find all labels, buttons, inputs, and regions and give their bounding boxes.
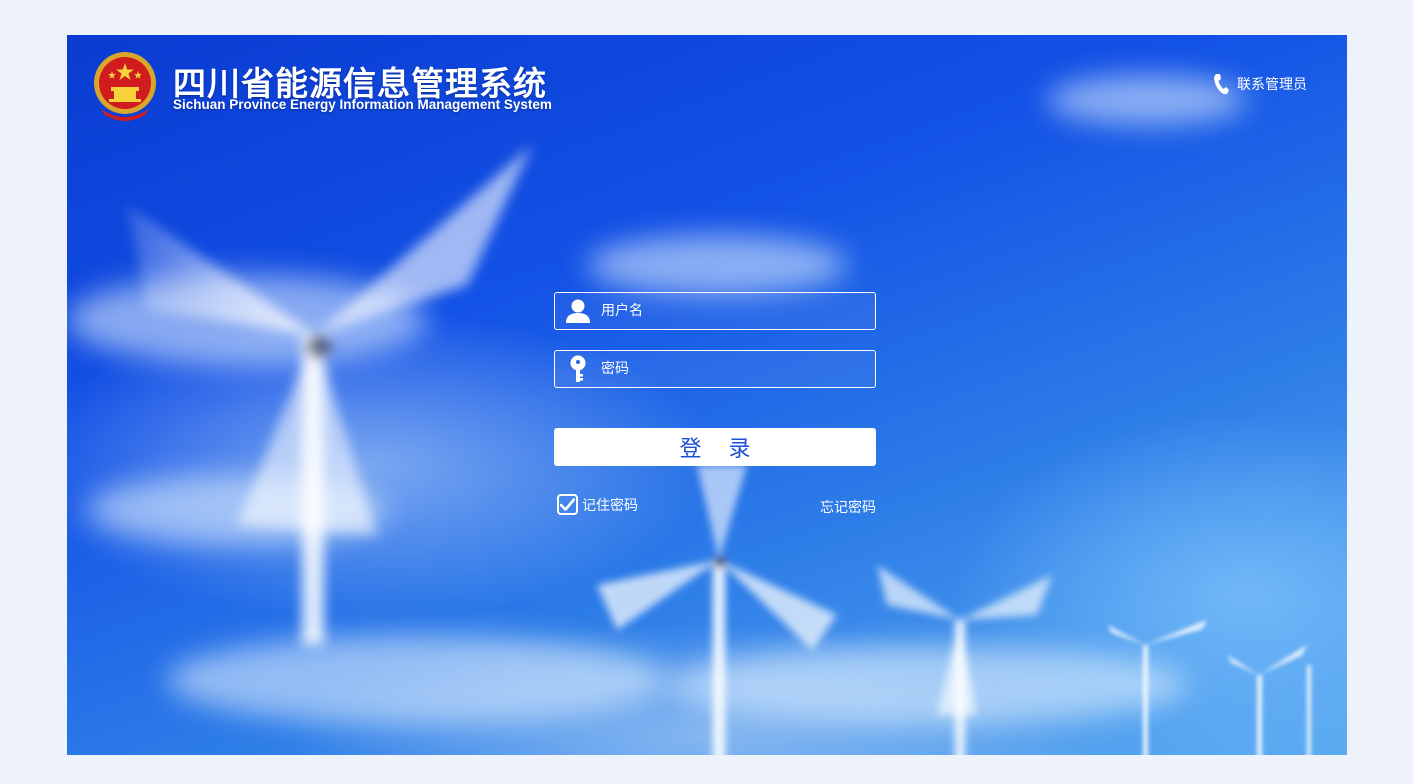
- cloud-decoration: [587, 235, 847, 295]
- password-field[interactable]: [554, 350, 876, 388]
- wind-turbine-far-right: [1107, 620, 1311, 755]
- login-background: 四川省能源信息管理系统 Sichuan Province Energy Info…: [67, 35, 1347, 755]
- wind-turbine-right: [877, 565, 1052, 755]
- username-field[interactable]: [554, 292, 876, 330]
- system-subtitle: Sichuan Province Energy Information Mana…: [173, 97, 552, 112]
- user-icon: [555, 293, 601, 329]
- password-input[interactable]: [601, 354, 861, 384]
- login-button[interactable]: 登 录: [554, 428, 876, 466]
- forgot-password-link[interactable]: 忘记密码: [820, 497, 876, 517]
- phone-icon: [1214, 74, 1229, 95]
- remember-checkbox[interactable]: [557, 494, 578, 515]
- contact-admin-link[interactable]: 联系管理员: [1213, 73, 1307, 95]
- contact-admin-label: 联系管理员: [1237, 77, 1307, 93]
- username-input[interactable]: [601, 296, 861, 326]
- key-icon: [555, 351, 601, 387]
- national-emblem-icon: [94, 52, 156, 121]
- wind-turbine-left: [127, 145, 532, 645]
- remember-password-toggle[interactable]: 记住密码: [557, 494, 638, 515]
- remember-password-label: 记住密码: [582, 497, 638, 514]
- checkmark-icon: [560, 498, 575, 511]
